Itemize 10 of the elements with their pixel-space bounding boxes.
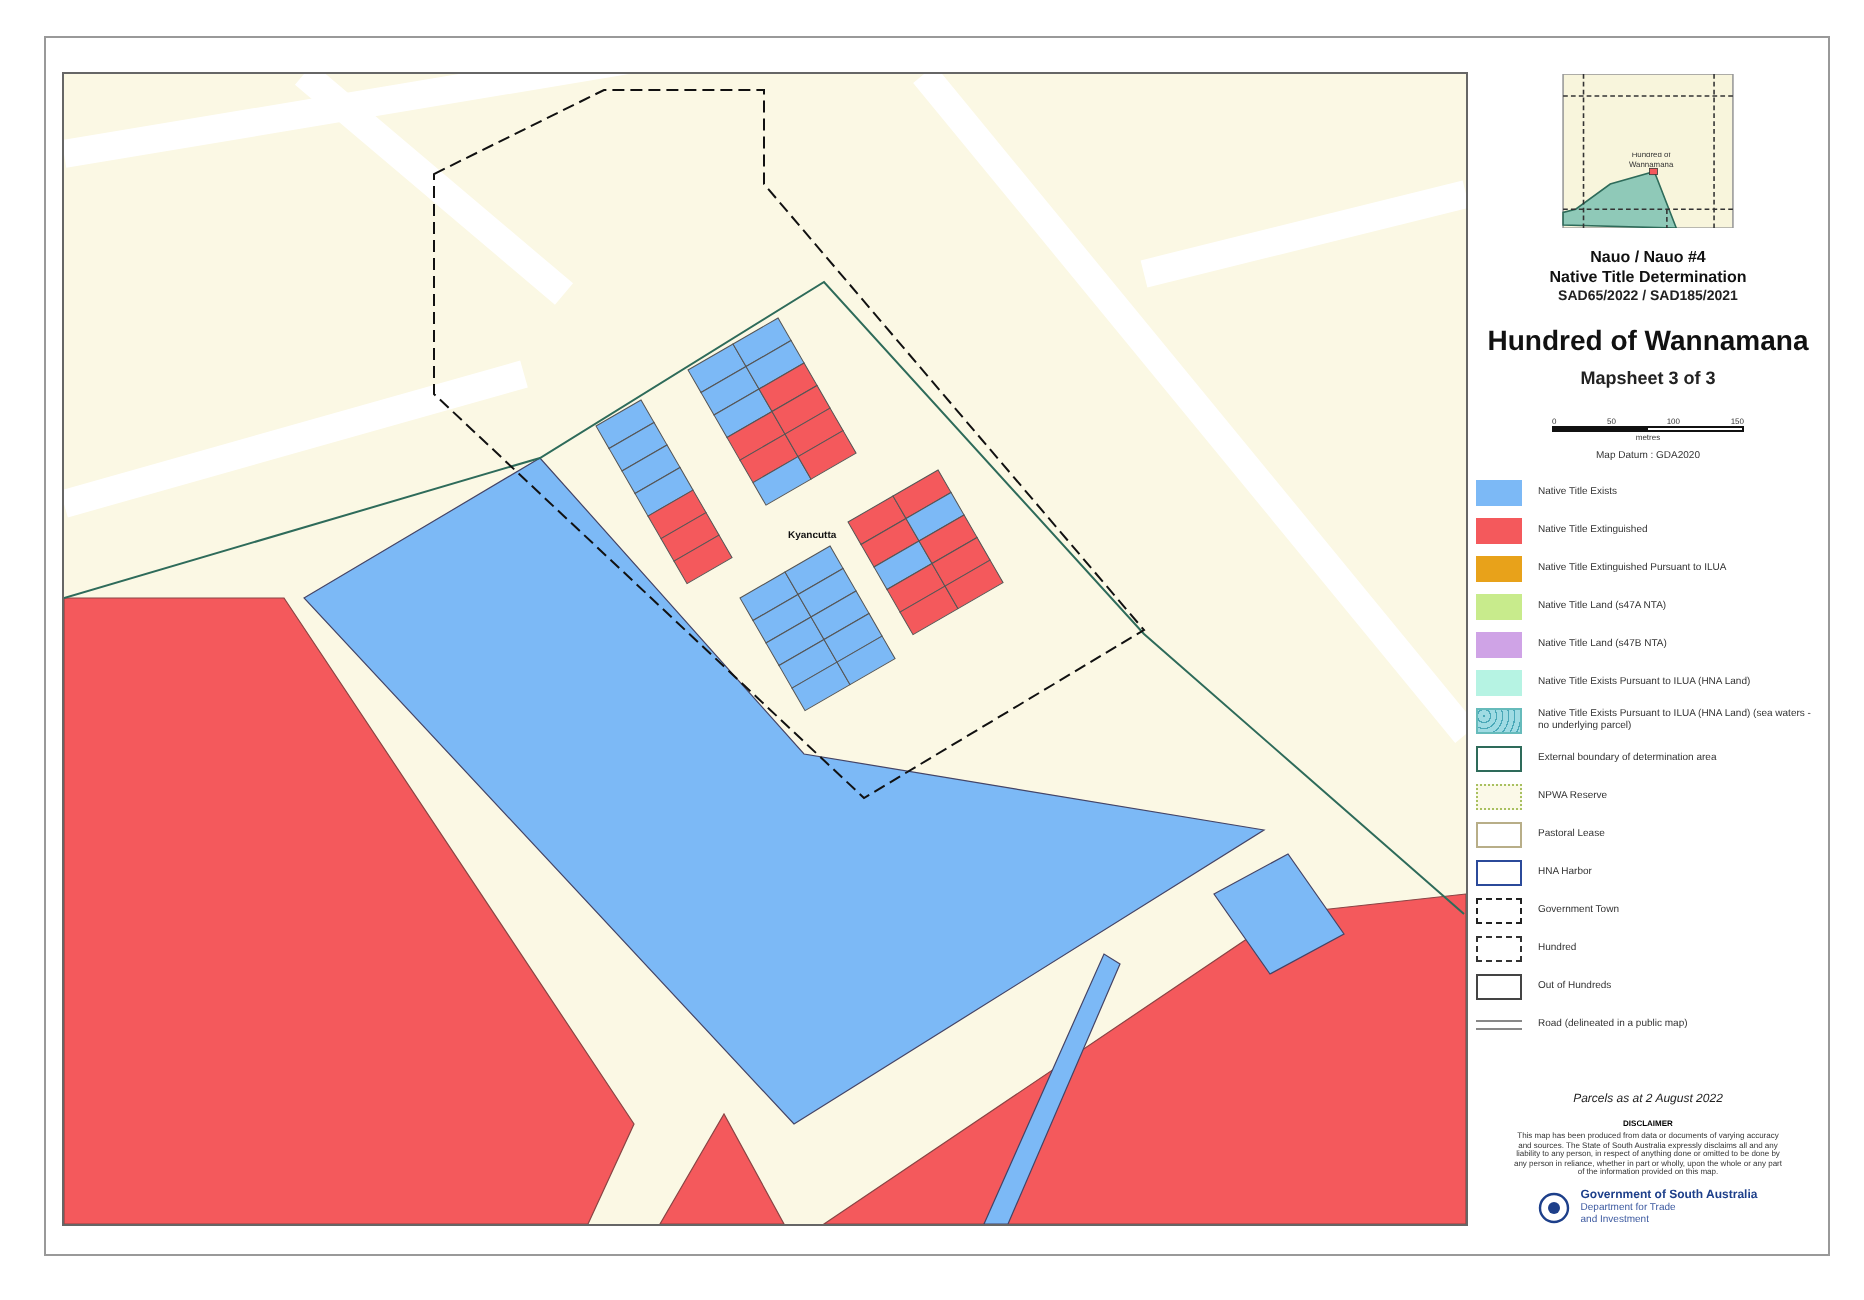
parcel (771, 385, 831, 435)
emblem-icon (1538, 1192, 1571, 1224)
mapsheet-label: Mapsheet 3 of 3 (1580, 368, 1716, 389)
map-subtitle: Native Title Determination (1549, 267, 1747, 287)
parcel (758, 362, 818, 413)
parcel (713, 388, 773, 439)
parcel (700, 366, 760, 416)
map-subtitle: Nauo / Nauo #4 (1590, 248, 1706, 268)
parcel (745, 340, 805, 390)
map-title: Hundred of Wannamana (1487, 324, 1809, 357)
